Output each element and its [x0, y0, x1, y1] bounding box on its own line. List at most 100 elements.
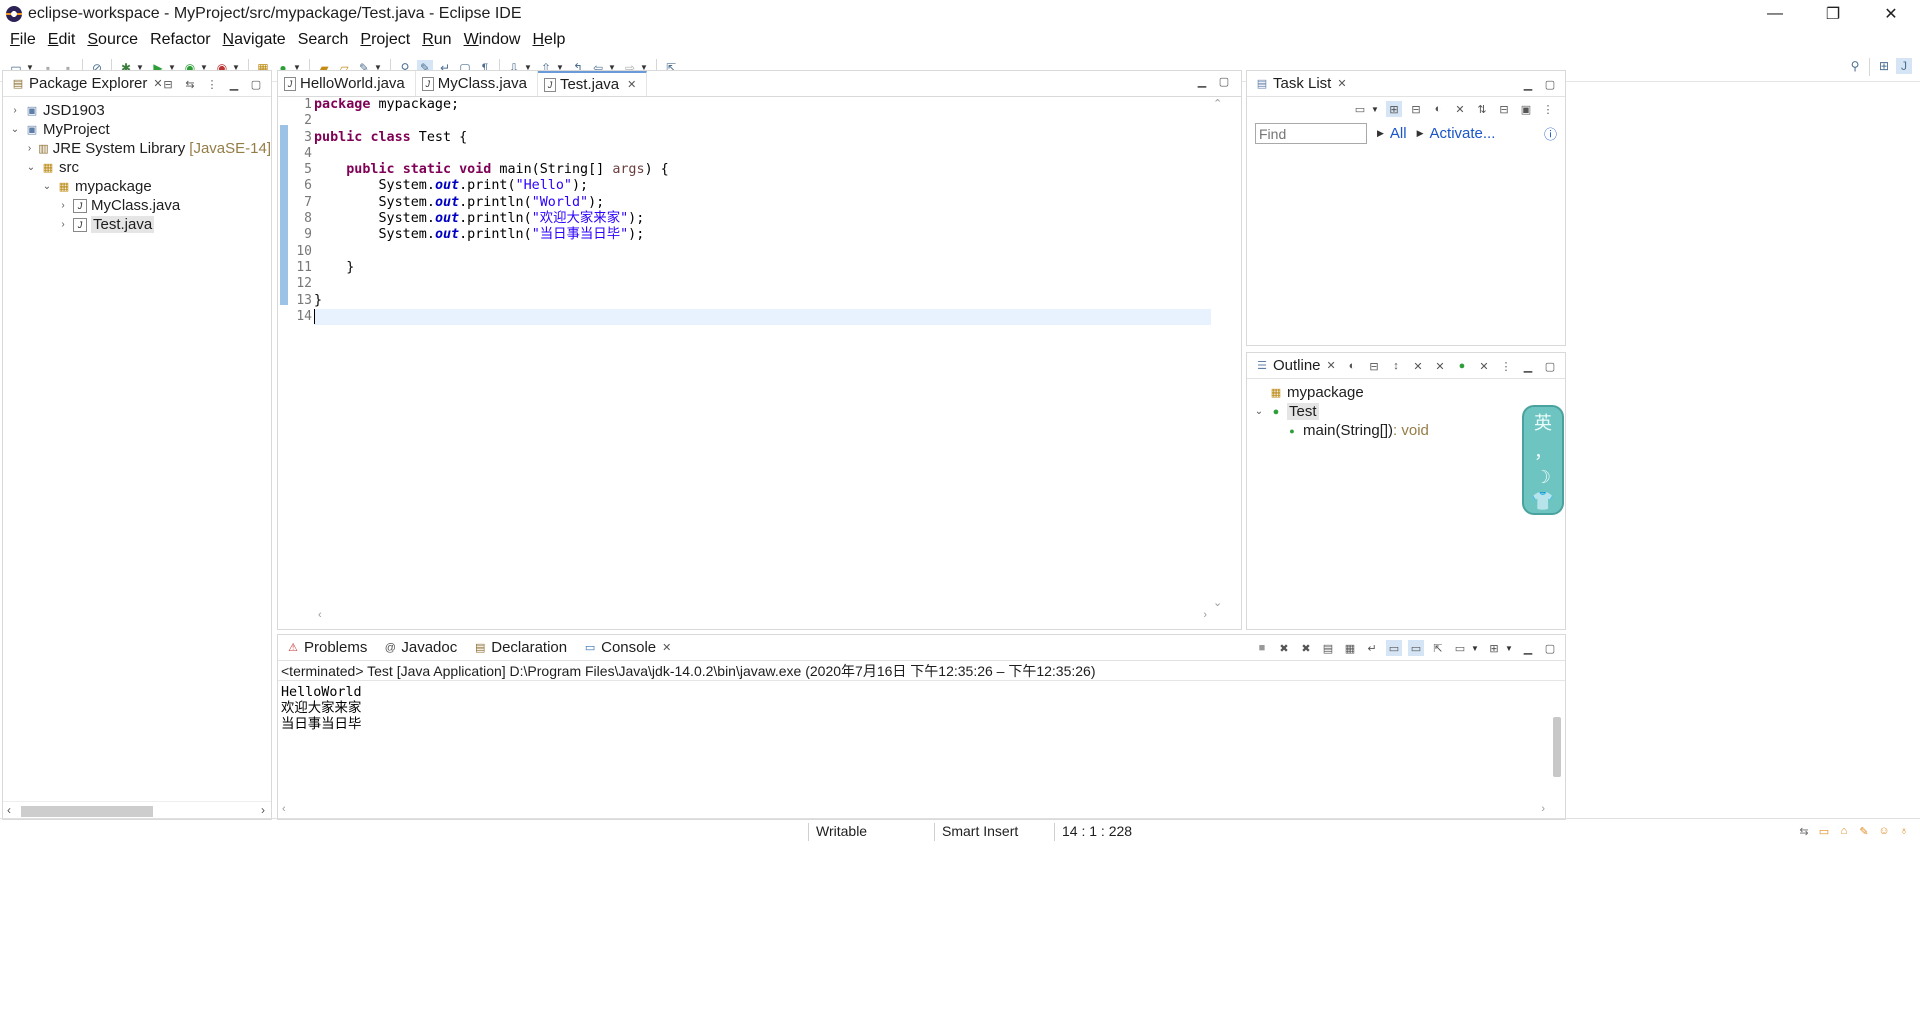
sort-icon[interactable]: ↕	[1388, 358, 1404, 374]
outline-item-class[interactable]: ⌄ ● Test	[1247, 402, 1565, 421]
smiley-icon[interactable]: ☺	[1876, 823, 1892, 839]
close-button[interactable]: ✕	[1862, 0, 1920, 28]
editor-tab-myclass[interactable]: J MyClass.java	[416, 71, 538, 96]
scroll-left-icon[interactable]: ‹	[282, 803, 286, 815]
menu-project[interactable]: Project	[354, 31, 416, 49]
expand-triangle-icon[interactable]: ▶	[1377, 128, 1384, 139]
tab-declaration[interactable]: ▤ Declaration	[465, 635, 575, 661]
editor-horizontal-scrollbar[interactable]: ‹ ›	[314, 609, 1211, 625]
menu-run[interactable]: Run	[416, 31, 457, 49]
outline-item-package[interactable]: ▦ mypackage	[1247, 383, 1565, 402]
tree-item-jre[interactable]: › ▥ JRE System Library [JavaSE-14]	[3, 139, 271, 158]
maximize-view-icon[interactable]: ▢	[1542, 640, 1558, 656]
skin-icon[interactable]: 👕	[1532, 491, 1554, 512]
hide-fields-icon[interactable]: ✕	[1410, 358, 1426, 374]
menu-edit[interactable]: Edit	[42, 31, 82, 49]
scroll-thumb[interactable]	[21, 806, 153, 817]
status-insert-mode[interactable]: Smart Insert	[942, 819, 1018, 843]
collapse-all-icon[interactable]: ⊟	[1366, 358, 1382, 374]
console-horizontal-scrollbar[interactable]: ‹ ›	[282, 803, 1545, 817]
minimize-button[interactable]: —	[1746, 0, 1804, 28]
activate-link[interactable]: Activate...	[1430, 125, 1496, 142]
new-task-dropdown-icon[interactable]: ▼	[1371, 101, 1379, 117]
minimize-view-icon[interactable]: ▁	[226, 76, 242, 92]
remove-all-terminated-icon[interactable]: ✖	[1298, 640, 1314, 656]
menu-search[interactable]: Search	[292, 31, 355, 49]
editor-vertical-scrollbar[interactable]: ⌃ ⌄	[1213, 97, 1227, 609]
menu-help[interactable]: Help	[526, 31, 571, 49]
editor-tab-helloworld[interactable]: J HelloWorld.java	[278, 71, 416, 96]
scheduled-icon[interactable]: ⊟	[1408, 101, 1424, 117]
find-input[interactable]	[1255, 123, 1367, 144]
restore-button[interactable]: ❐	[1804, 0, 1862, 28]
scroll-thumb[interactable]	[1553, 717, 1561, 777]
display-console-dropdown-icon[interactable]: ▼	[1471, 640, 1479, 656]
terminate-icon[interactable]: ■	[1254, 640, 1270, 656]
maximize-view-icon[interactable]: ▢	[248, 76, 264, 92]
pin-console-icon[interactable]: ⇱	[1430, 640, 1446, 656]
scroll-up-icon[interactable]: ⌃	[1213, 97, 1222, 110]
hide-completed-icon[interactable]: ✕	[1452, 101, 1468, 117]
horizontal-scrollbar[interactable]: ‹ ›	[3, 801, 271, 819]
scroll-left-icon[interactable]: ‹	[7, 803, 11, 817]
search-icon[interactable]: ⚲	[1847, 58, 1863, 74]
help-icon[interactable]: ⓘ	[1544, 124, 1557, 143]
code-editor[interactable]: 1 2 3 4 5 6 7 8 9 10 11 12 13 14 package…	[278, 97, 1241, 609]
collapse-all-icon[interactable]: ⊟	[1496, 101, 1512, 117]
view-menu-icon[interactable]: ⋮	[1498, 358, 1514, 374]
editor-tab-test[interactable]: J Test.java ✕	[537, 71, 648, 96]
tab-package-explorer[interactable]: ▤ Package Explorer ✕	[3, 71, 171, 97]
status-cursor-position[interactable]: 14 : 1 : 228	[1062, 819, 1132, 843]
menu-window[interactable]: Window	[458, 31, 527, 49]
hide-static-icon[interactable]: ✕	[1432, 358, 1448, 374]
progress-icon[interactable]: ⇆	[1796, 823, 1812, 839]
minimize-view-icon[interactable]: ▁	[1194, 73, 1210, 89]
chevron-right-icon[interactable]: ›	[57, 200, 69, 212]
menu-navigate[interactable]: Navigate	[217, 31, 292, 49]
focus-icon[interactable]: ◐	[1344, 358, 1360, 374]
view-menu-icon[interactable]: ⋮	[1540, 101, 1556, 117]
ime-punctuation-button[interactable]: ，	[1534, 438, 1552, 464]
outline-item-method[interactable]: ● main(String[]) : void	[1247, 421, 1565, 440]
moon-icon[interactable]: ☽	[1535, 467, 1551, 488]
hide-local-types-icon[interactable]: ✕	[1476, 358, 1492, 374]
display-console-icon[interactable]: ▭	[1452, 640, 1468, 656]
minimize-view-icon[interactable]: ▁	[1520, 358, 1536, 374]
close-icon[interactable]: ✕	[662, 641, 671, 654]
tree-item-myproject[interactable]: ⌄ ▣ MyProject	[3, 120, 271, 139]
ime-toolbar[interactable]: 英 ， ☽ 👕	[1522, 405, 1564, 515]
chevron-down-icon[interactable]: ⌄	[41, 181, 53, 193]
collapse-all-icon[interactable]: ⊟	[160, 76, 176, 92]
open-console-icon[interactable]: ⊞	[1486, 640, 1502, 656]
minimize-view-icon[interactable]: ▁	[1520, 76, 1536, 92]
tree-item-jsd1903[interactable]: › ▣ JSD1903	[3, 101, 271, 120]
lightbulb-icon[interactable]: ♁	[1896, 823, 1912, 839]
tree-item-myclass[interactable]: › J MyClass.java	[3, 196, 271, 215]
tab-outline[interactable]: ☰ Outline ✕	[1247, 353, 1344, 379]
scroll-right-icon[interactable]: ›	[1541, 803, 1545, 815]
scroll-right-icon[interactable]: ›	[261, 803, 265, 817]
scroll-right-icon[interactable]: ›	[1203, 609, 1207, 621]
chevron-down-icon[interactable]: ⌄	[9, 124, 21, 136]
menu-refactor[interactable]: Refactor	[144, 31, 216, 49]
all-link[interactable]: All	[1390, 125, 1407, 142]
tree-item-mypackage[interactable]: ⌄ ▦ mypackage	[3, 177, 271, 196]
console-output[interactable]: HelloWorld 欢迎大家来家 当日事当日毕	[278, 681, 1565, 737]
java-perspective-icon[interactable]: J	[1896, 58, 1912, 74]
view-menu-icon[interactable]: ⋮	[204, 76, 220, 92]
tab-problems[interactable]: ⚠ Problems	[278, 635, 375, 661]
chevron-down-icon[interactable]: ⌄	[25, 162, 37, 174]
scroll-down-icon[interactable]: ⌄	[1213, 596, 1222, 609]
close-icon[interactable]: ✕	[1327, 359, 1336, 372]
minimize-view-icon[interactable]: ▁	[1520, 640, 1536, 656]
tab-javadoc[interactable]: @ Javadoc	[375, 635, 465, 661]
close-icon[interactable]: ✕	[1337, 77, 1346, 90]
word-wrap-icon[interactable]: ↵	[1364, 640, 1380, 656]
focus-icon[interactable]: ◐	[1430, 101, 1446, 117]
maximize-view-icon[interactable]: ▢	[1542, 358, 1558, 374]
new-task-icon[interactable]: ▭	[1352, 101, 1368, 117]
scroll-left-icon[interactable]: ‹	[318, 609, 322, 621]
close-icon[interactable]: ✕	[627, 78, 636, 91]
tree-item-src[interactable]: ⌄ ▦ src	[3, 158, 271, 177]
tree-item-test[interactable]: › J Test.java	[3, 215, 271, 234]
